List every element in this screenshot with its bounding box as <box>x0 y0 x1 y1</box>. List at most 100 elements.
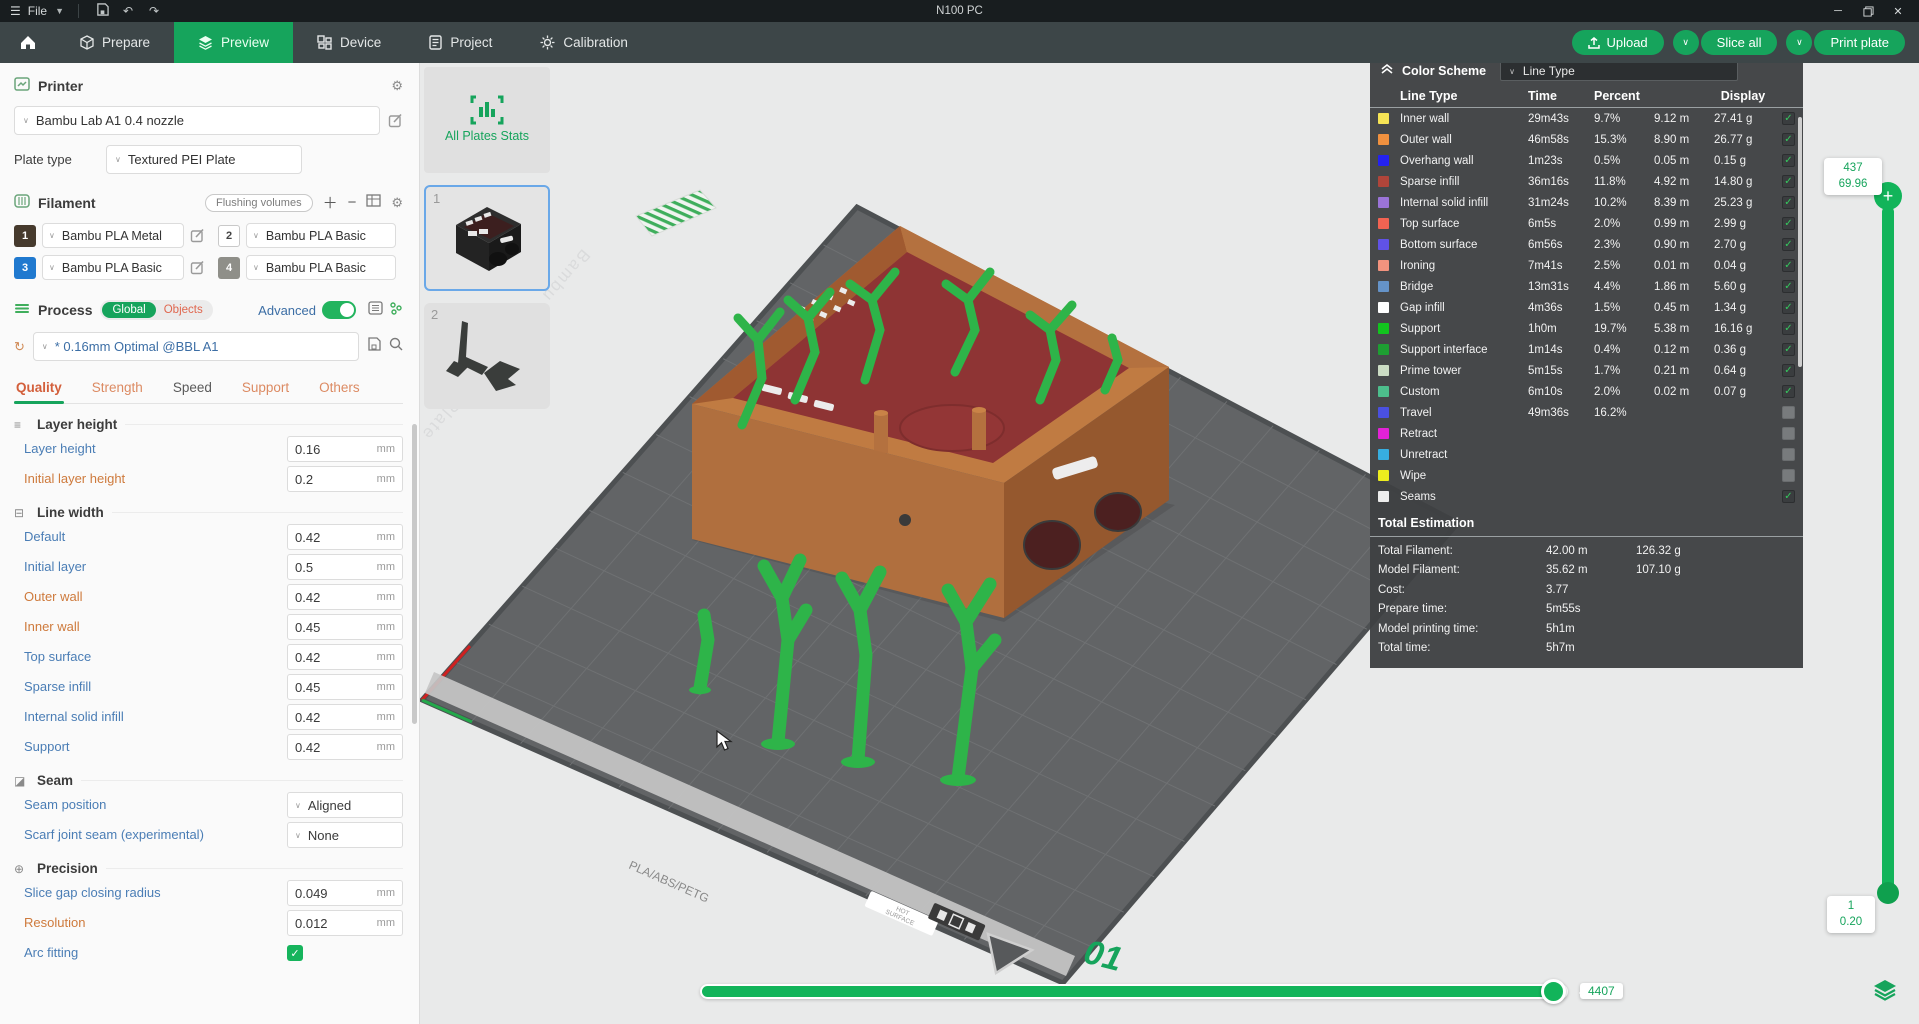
filament-select-2[interactable]: ∨Bambu PLA Basic <box>246 223 396 248</box>
layers-view-icon[interactable] <box>1872 978 1898 1007</box>
redo-icon[interactable]: ↷ <box>145 4 163 18</box>
save-icon[interactable] <box>93 3 111 19</box>
view-mode-select[interactable]: ∨Line Type <box>1500 61 1738 81</box>
param-input[interactable]: 0.42mm <box>287 704 403 730</box>
filament-chip-2[interactable]: 2 <box>218 225 240 247</box>
search-preset-icon[interactable] <box>389 337 403 356</box>
display-checkbox[interactable] <box>1782 427 1795 440</box>
file-menu-chevron-icon[interactable]: ▼ <box>55 6 64 16</box>
minimize-button[interactable]: ─ <box>1825 1 1851 21</box>
filament-chip-1[interactable]: 1 <box>14 225 36 247</box>
process-tab-others[interactable]: Others <box>317 374 362 403</box>
restore-button[interactable] <box>1855 1 1881 21</box>
plate-thumbnail-1[interactable]: 1 <box>424 185 550 291</box>
display-checkbox[interactable]: ✓ <box>1782 154 1795 167</box>
filament-settings-gear-icon[interactable]: ⚙ <box>391 195 403 211</box>
layer-slider-bottom-knob[interactable] <box>1877 882 1899 904</box>
display-checkbox[interactable]: ✓ <box>1782 133 1795 146</box>
objects-option[interactable]: Objects <box>156 302 211 318</box>
process-preset-select[interactable]: ∨* 0.16mm Optimal @BBL A1 <box>33 332 359 361</box>
param-input[interactable]: 0.049mm <box>287 880 403 906</box>
tab-project[interactable]: Project <box>405 22 516 63</box>
display-checkbox[interactable]: ✓ <box>1782 280 1795 293</box>
tab-device[interactable]: Device <box>293 22 405 63</box>
plate-thumbnail-2[interactable]: 2 <box>424 303 550 409</box>
printer-edit-icon[interactable] <box>388 113 403 128</box>
slice-all-button[interactable]: Slice all <box>1701 30 1778 55</box>
save-preset-icon[interactable] <box>367 337 381 356</box>
tab-preview[interactable]: Preview <box>174 22 293 63</box>
filament-select-1[interactable]: ∨Bambu PLA Metal <box>42 223 184 248</box>
move-slider-knob[interactable] <box>1541 979 1566 1004</box>
process-tab-support[interactable]: Support <box>240 374 291 403</box>
flushing-volumes-button[interactable]: Flushing volumes <box>205 194 313 212</box>
process-tab-quality[interactable]: Quality <box>14 374 64 403</box>
close-button[interactable]: ✕ <box>1885 1 1911 21</box>
advanced-toggle[interactable] <box>322 301 356 319</box>
param-input[interactable]: 0.45mm <box>287 674 403 700</box>
filament-table-icon[interactable] <box>366 194 381 212</box>
param-checkbox[interactable]: ✓ <box>287 945 303 961</box>
display-checkbox[interactable]: ✓ <box>1782 238 1795 251</box>
tab-calibration[interactable]: Calibration <box>516 22 652 63</box>
upload-button[interactable]: Upload <box>1572 30 1663 55</box>
param-input[interactable]: 0.5mm <box>287 554 403 580</box>
display-checkbox[interactable]: ✓ <box>1782 196 1795 209</box>
display-checkbox[interactable]: ✓ <box>1782 385 1795 398</box>
layer-slider-track[interactable] <box>1882 206 1894 894</box>
filament-edit-icon[interactable] <box>190 260 212 275</box>
filament-select-4[interactable]: ∨Bambu PLA Basic <box>246 255 396 280</box>
display-checkbox[interactable] <box>1782 406 1795 419</box>
param-input[interactable]: 0.012mm <box>287 910 403 936</box>
file-menu[interactable]: File <box>28 4 47 18</box>
add-filament-button[interactable]: ＋ <box>323 192 338 213</box>
parameter-list-icon[interactable] <box>368 301 383 320</box>
reset-preset-icon[interactable]: ↻ <box>14 339 25 355</box>
param-input[interactable]: 0.2mm <box>287 466 403 492</box>
param-input[interactable]: 0.42mm <box>287 644 403 670</box>
remove-filament-button[interactable]: − <box>348 194 357 211</box>
process-scope-switch[interactable]: Global Objects <box>100 300 212 320</box>
param-input[interactable]: 0.45mm <box>287 614 403 640</box>
process-tab-speed[interactable]: Speed <box>171 374 214 403</box>
undo-icon[interactable]: ↶ <box>119 4 137 18</box>
slice-all-dropdown-chevron[interactable]: ∨ <box>1673 30 1699 55</box>
printer-settings-gear-icon[interactable]: ⚙ <box>391 78 403 94</box>
printer-select[interactable]: ∨Bambu Lab A1 0.4 nozzle <box>14 106 380 135</box>
print-plate-dropdown-chevron[interactable]: ∨ <box>1786 30 1812 55</box>
display-checkbox[interactable]: ✓ <box>1782 490 1795 503</box>
objects-settings-icon[interactable] <box>389 301 403 320</box>
display-checkbox[interactable] <box>1782 448 1795 461</box>
all-plates-stats-button[interactable]: All Plates Stats <box>424 67 550 173</box>
display-checkbox[interactable]: ✓ <box>1782 217 1795 230</box>
display-checkbox[interactable]: ✓ <box>1782 364 1795 377</box>
param-select[interactable]: ∨Aligned <box>287 792 403 818</box>
display-checkbox[interactable]: ✓ <box>1782 343 1795 356</box>
param-input[interactable]: 0.42mm <box>287 584 403 610</box>
filament-chip-3[interactable]: 3 <box>14 257 36 279</box>
display-checkbox[interactable]: ✓ <box>1782 112 1795 125</box>
display-checkbox[interactable]: ✓ <box>1782 175 1795 188</box>
global-option[interactable]: Global <box>102 302 155 318</box>
param-input[interactable]: 0.42mm <box>287 524 403 550</box>
plate-type-select[interactable]: ∨Textured PEI Plate <box>106 145 302 174</box>
filament-chip-4[interactable]: 4 <box>218 257 240 279</box>
param-input[interactable]: 0.42mm <box>287 734 403 760</box>
hamburger-icon[interactable]: ☰ <box>10 4 20 18</box>
filament-edit-icon[interactable] <box>190 228 212 243</box>
move-slider-track[interactable] <box>700 984 1568 999</box>
param-select[interactable]: ∨None <box>287 822 403 848</box>
tab-prepare[interactable]: Prepare <box>56 22 174 63</box>
print-plate-button[interactable]: Print plate <box>1814 30 1905 55</box>
display-checkbox[interactable]: ✓ <box>1782 301 1795 314</box>
stats-panel-scrollbar[interactable] <box>1798 117 1802 367</box>
tab-home[interactable] <box>0 22 56 63</box>
sidebar-scrollbar[interactable] <box>412 424 417 724</box>
param-input[interactable]: 0.16mm <box>287 436 403 462</box>
collapse-panel-icon[interactable] <box>1380 62 1394 80</box>
display-checkbox[interactable]: ✓ <box>1782 322 1795 335</box>
display-checkbox[interactable]: ✓ <box>1782 259 1795 272</box>
process-tab-strength[interactable]: Strength <box>90 374 145 403</box>
filament-select-3[interactable]: ∨Bambu PLA Basic <box>42 255 184 280</box>
display-checkbox[interactable] <box>1782 469 1795 482</box>
